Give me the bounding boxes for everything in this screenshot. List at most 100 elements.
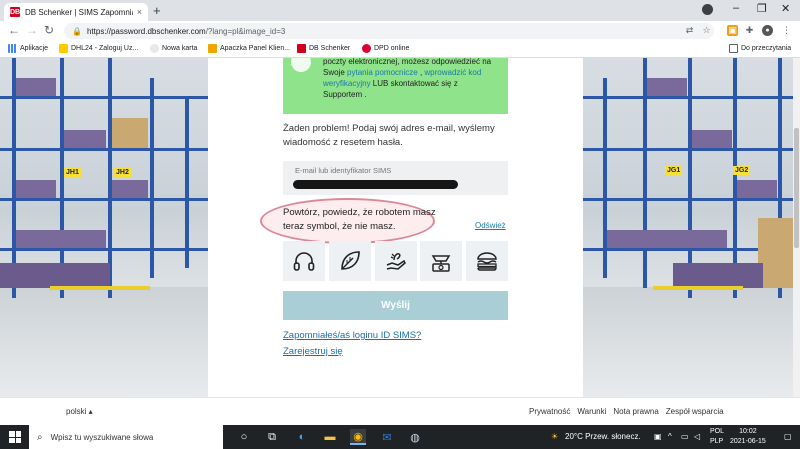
windows-start-icon[interactable] <box>9 431 21 443</box>
page-footer: polski ▴ Prywatność Warunki Nota prawna … <box>0 397 800 425</box>
tray-chevron-icon[interactable]: ^ <box>668 432 672 441</box>
notifications-icon[interactable]: ▢ <box>784 432 792 441</box>
clock-time: 10:02 <box>739 428 757 435</box>
bookmark-apps[interactable]: Aplikacje <box>8 44 48 53</box>
info-alert: poczty elektronicznej, możesz odpowiedzi… <box>283 58 508 114</box>
weather-text[interactable]: 20°C Przew. słonecz. <box>565 432 641 441</box>
refresh-captcha-link[interactable]: Odśwież <box>475 221 506 230</box>
rack-upright <box>108 58 112 298</box>
rack-upright <box>185 98 189 268</box>
bookmark-new-tab[interactable]: Nowa karta <box>150 44 197 53</box>
network-icon[interactable]: ▭ <box>681 432 689 441</box>
rack-beam <box>583 148 800 151</box>
browser-tab[interactable]: DB DB Schenker | SIMS Zapomniane × <box>4 3 148 21</box>
taskbar-search-placeholder: Wpisz tu wyszukiwane słowa <box>50 432 154 442</box>
register-link[interactable]: Zarejestruj się <box>283 346 343 357</box>
footer-link-legal[interactable]: Nota prawna <box>613 407 658 416</box>
chrome-icon[interactable]: ◉ <box>350 429 366 445</box>
captcha-option-burger[interactable] <box>466 241 508 281</box>
input-language-indicator[interactable]: POL PLP <box>710 427 724 447</box>
dhl-icon <box>59 44 68 53</box>
bookmark-db-schenker[interactable]: DB Schenker <box>297 44 350 53</box>
footer-link-terms[interactable]: Warunki <box>577 407 606 416</box>
rack-upright <box>60 58 64 298</box>
warehouse-floor <box>583 287 800 397</box>
forgot-login-link[interactable]: Zapomniałeś/aś loginu ID SIMS? <box>283 330 421 341</box>
db-schenker-icon <box>297 44 306 53</box>
aisle-label: JG1 <box>665 166 683 175</box>
shelf-goods <box>647 78 687 96</box>
minimize-button[interactable]: – <box>733 2 739 14</box>
reading-list[interactable]: Do przeczytania <box>729 44 791 53</box>
weather-sun-icon: ☀ <box>551 432 559 441</box>
extension-orange-icon[interactable]: ▣ <box>727 25 738 36</box>
app-globe-icon[interactable]: ◍ <box>407 429 423 445</box>
bookmark-apaczka[interactable]: Apaczka Panel Klien... <box>208 44 290 53</box>
language-selector[interactable]: polski ▴ <box>66 407 93 416</box>
task-view-icon[interactable]: ⧉ <box>264 429 280 445</box>
db-schenker-favicon-icon: DB <box>9 7 21 17</box>
tray-app-icon[interactable]: ▣ <box>654 432 662 441</box>
footer-link-privacy[interactable]: Prywatność <box>529 407 570 416</box>
language-code: POL <box>710 428 725 435</box>
send-button[interactable]: Wyślij <box>283 291 508 320</box>
bookmark-label: DB Schenker <box>309 45 351 52</box>
globe-icon <box>150 44 159 53</box>
shelf-goods <box>112 180 148 198</box>
captcha-option-headphones[interactable] <box>283 241 325 281</box>
captcha-option-leaf[interactable] <box>328 241 371 281</box>
edge-browser-icon[interactable]: ◐ <box>294 429 310 445</box>
rack-beam <box>0 198 208 201</box>
maximize-button[interactable]: ❐ <box>757 2 767 15</box>
rack-beam <box>0 148 208 151</box>
alert-text: Swoje <box>323 68 348 77</box>
captcha-option-scale[interactable] <box>420 241 463 281</box>
footer-link-support[interactable]: Zespół wsparcia <box>666 407 724 416</box>
hand-icon <box>386 253 406 270</box>
burger-icon <box>477 252 497 271</box>
cortana-circle-icon[interactable]: ○ <box>236 429 252 445</box>
captcha-option-hand[interactable] <box>374 241 417 281</box>
scrollbar-thumb[interactable] <box>794 128 799 248</box>
rack-beam <box>0 96 208 99</box>
shelf-goods <box>16 230 106 248</box>
page-scrollbar[interactable] <box>793 58 800 397</box>
extensions-puzzle-icon[interactable]: ✚ <box>744 25 755 36</box>
outlook-icon[interactable]: ✉ <box>379 429 395 445</box>
reload-icon[interactable]: ↻ <box>44 23 54 37</box>
browser-menu-icon[interactable]: ⋮ <box>781 25 792 36</box>
captcha-icon-choices <box>283 241 508 282</box>
profile-avatar-icon[interactable]: ● <box>762 25 773 36</box>
security-questions-link[interactable]: pytania pomocnicze <box>347 68 418 77</box>
bookmark-dpd[interactable]: DPD online <box>362 44 409 53</box>
password-reset-panel: poczty elektronicznej, możesz odpowiedzi… <box>208 58 583 397</box>
translate-icon[interactable]: ⇄ <box>684 25 695 36</box>
window-close-button[interactable]: ✕ <box>781 2 790 15</box>
back-arrow-icon[interactable]: ← <box>8 23 20 37</box>
alert-text: LUB skontaktować się z <box>370 79 458 88</box>
taskbar-search-input[interactable]: ⌕ Wpisz tu wyszukiwane słowa <box>29 425 223 449</box>
tab-title: DB Schenker | SIMS Zapomniane <box>25 7 133 17</box>
url-path: /?lang=pl&image_id=3 <box>205 26 286 36</box>
enter-code-link[interactable]: wprowadzić kod <box>424 68 481 77</box>
media-record-icon[interactable] <box>702 4 713 15</box>
verification-code-link[interactable]: weryfikacyjny <box>323 79 371 88</box>
tab-close-icon[interactable]: × <box>137 7 142 17</box>
email-field[interactable]: E-mail lub identyfikator SIMS <box>283 161 508 195</box>
file-explorer-icon[interactable]: ▬ <box>322 429 338 445</box>
bookmark-star-icon[interactable]: ☆ <box>701 25 712 36</box>
keyboard-layout: PLP <box>710 438 724 445</box>
bookmark-dhl24[interactable]: DHL24 - Zaloguj Uz... <box>59 44 138 53</box>
shelf-goods <box>737 180 777 198</box>
alert-line: weryfikacyjny LUB skontaktować się z <box>323 78 500 89</box>
volume-icon[interactable]: ◁ <box>694 432 700 441</box>
headphones-icon <box>293 252 315 271</box>
forward-arrow-icon[interactable]: → <box>26 23 38 37</box>
bookmarks-bar: Aplikacje DHL24 - Zaloguj Uz... Nowa kar… <box>0 41 800 58</box>
redacted-email-value <box>293 180 458 189</box>
aisle-label: JH2 <box>114 168 131 177</box>
address-bar[interactable]: 🔒 https://password.dbschenker.com/?lang=… <box>64 23 714 39</box>
new-tab-button[interactable]: + <box>153 3 161 19</box>
taskbar-clock[interactable]: 10:02 2021-06-15 <box>730 427 766 447</box>
windows-taskbar: ⌕ Wpisz tu wyszukiwane słowa ○ ⧉ ◐ ▬ ◉ ✉… <box>0 425 800 449</box>
